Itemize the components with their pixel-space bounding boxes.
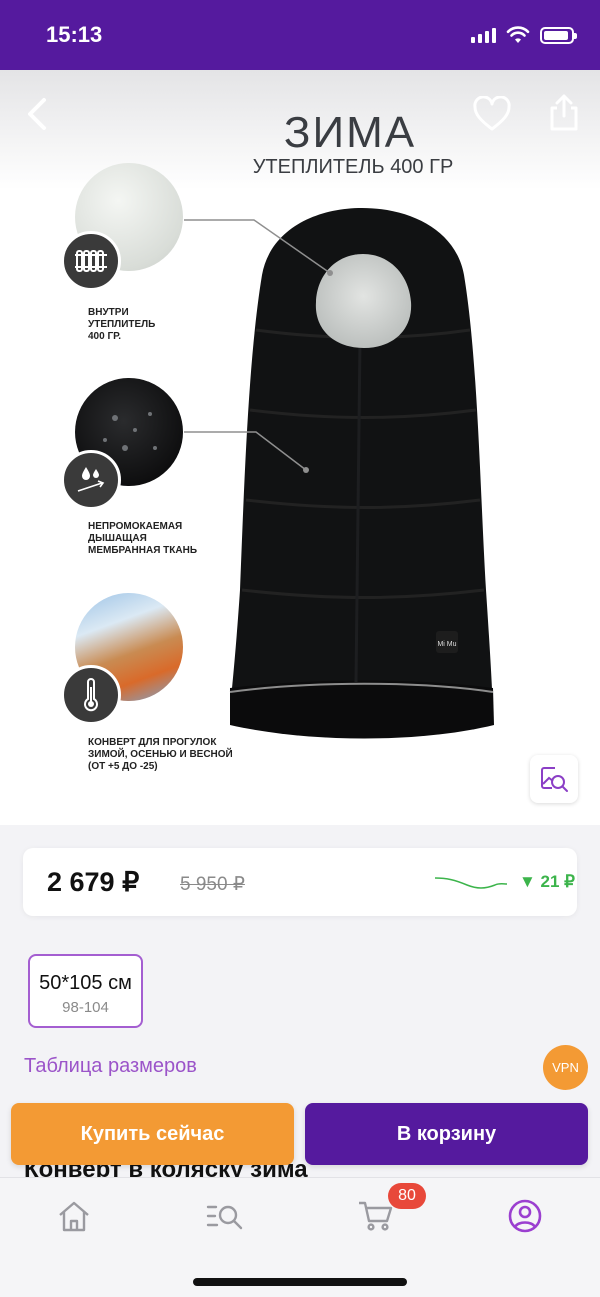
wifi-icon (506, 26, 530, 43)
thermometer-icon (61, 665, 121, 725)
tab-home[interactable] (54, 1196, 94, 1236)
image-search-icon (541, 767, 568, 792)
profile-icon (508, 1199, 542, 1233)
old-price: 5 950 ₽ (180, 874, 245, 895)
size-sublabel: 98-104 (62, 999, 109, 1016)
price-trend-sparkline[interactable] (433, 870, 509, 894)
signal-icon (471, 27, 496, 43)
tab-bar: 80 (0, 1177, 600, 1297)
product-screen: 15:13 ЗИМА УТЕПЛИТЕЛЬ 400 ГР Mi Mu ВНУТР… (0, 0, 600, 1297)
cart-icon (359, 1201, 393, 1231)
image-search-button[interactable] (530, 755, 578, 803)
battery-icon (540, 26, 577, 44)
price-card: 2 679 ₽ 5 950 ₽ ▼ 21 ₽ (23, 848, 577, 916)
feature-text-insulation: ВНУТРИ УТЕПЛИТЕЛЬ 400 ГР. (88, 307, 156, 342)
status-time: 15:13 (46, 22, 103, 47)
tab-profile[interactable] (505, 1196, 545, 1236)
water-drops-icon (61, 450, 121, 510)
vpn-badge[interactable]: VPN (543, 1045, 588, 1090)
add-to-cart-button[interactable]: В корзину (305, 1103, 588, 1165)
buy-now-button[interactable]: Купить сейчас (11, 1103, 294, 1165)
status-icons (471, 26, 577, 44)
search-list-icon (206, 1205, 243, 1230)
brand-patch: Mi Mu (437, 641, 456, 648)
size-option-selected[interactable]: 50*105 см 98-104 (28, 954, 143, 1028)
size-label: 50*105 см (39, 972, 132, 994)
feature-text-membrane: НЕПРОМОКАЕМАЯ ДЫШАЩАЯ МЕМБРАННАЯ ТКАНЬ (88, 521, 198, 556)
cart-count-badge: 80 (388, 1183, 426, 1209)
size-table-link[interactable]: Таблица размеров (24, 1055, 197, 1078)
tab-catalog-search[interactable] (205, 1196, 245, 1236)
radiator-icon (61, 231, 121, 291)
home-indicator (193, 1278, 407, 1286)
price-drop: ▼ 21 ₽ (519, 872, 575, 891)
current-price: 2 679 ₽ (47, 867, 140, 897)
product-image-gallery[interactable]: ЗИМА УТЕПЛИТЕЛЬ 400 ГР Mi Mu ВНУТРИ УТЕП… (0, 70, 600, 825)
feature-text-seasons: КОНВЕРТ ДЛЯ ПРОГУЛОК ЗИМОЙ, ОСЕНЬЮ И ВЕС… (88, 737, 233, 772)
home-icon (59, 1201, 89, 1232)
status-bar: 15:13 (0, 0, 600, 70)
